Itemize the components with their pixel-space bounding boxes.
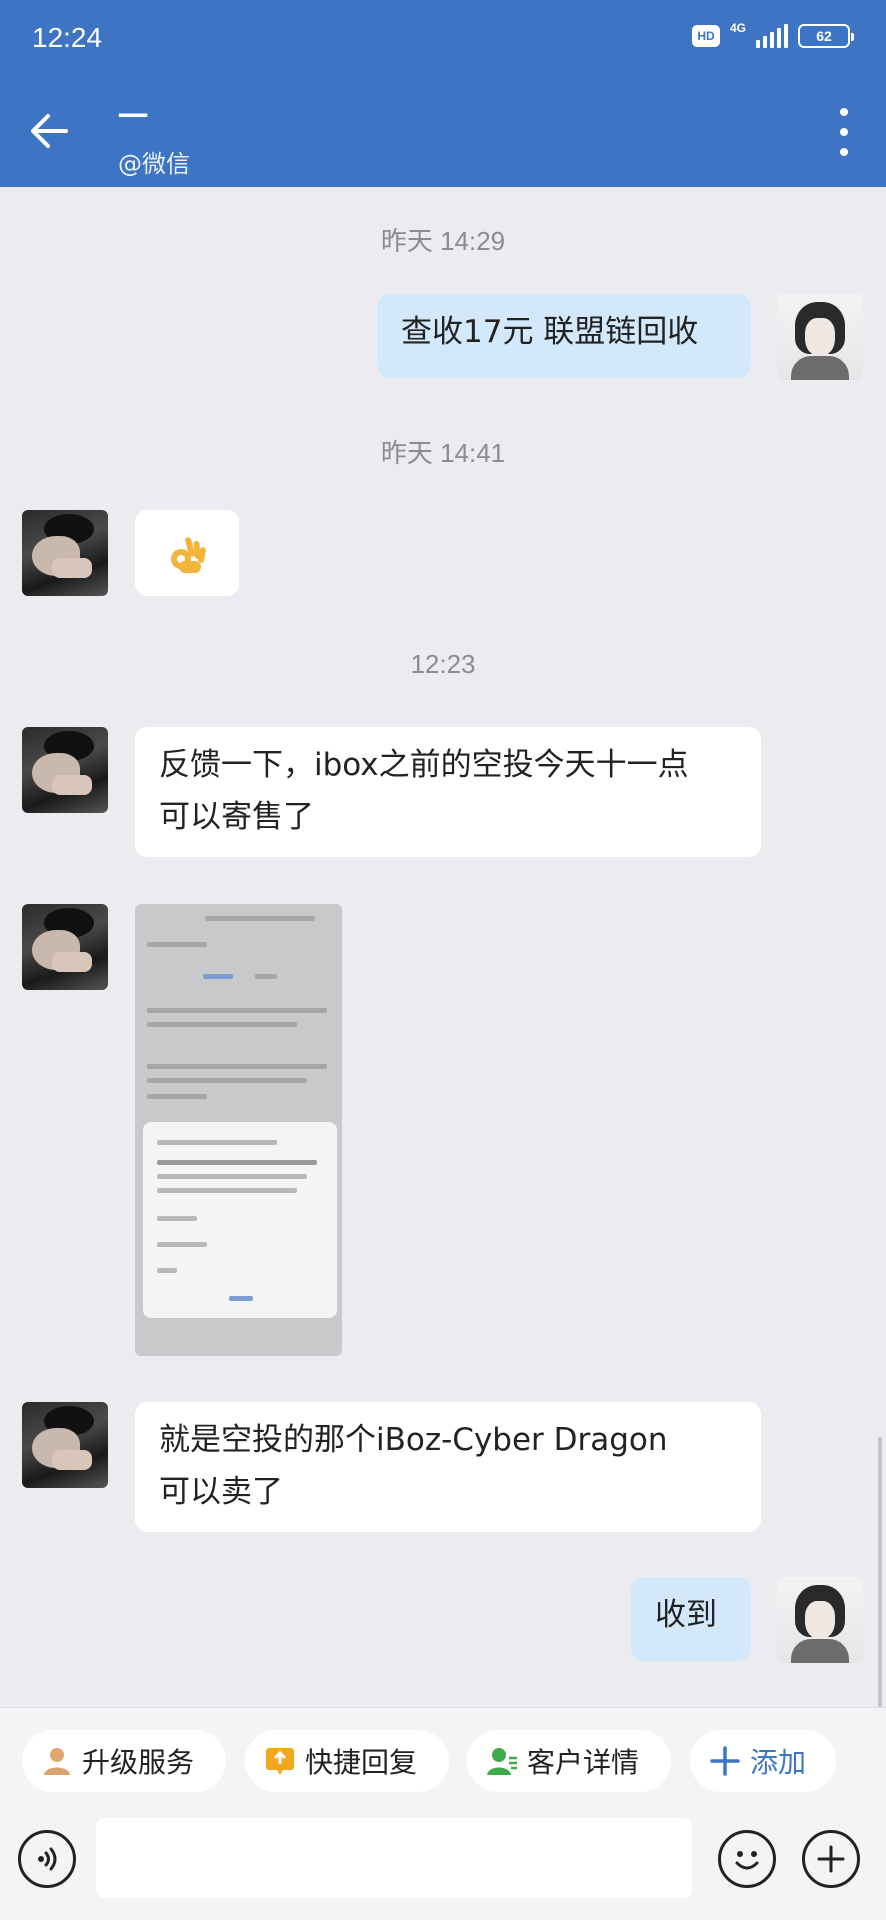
status-bar: 12:24 HD 4G 62 — [0, 0, 886, 80]
ok-hand-emoji-message[interactable] — [135, 510, 239, 596]
message-bubble-incoming[interactable]: 就是空投的那个iBoz-Cyber Dragon 可以卖了 — [135, 1402, 761, 1532]
message-input[interactable] — [96, 1818, 692, 1898]
user-avatar[interactable] — [22, 510, 108, 596]
message-line: 可以寄售了 — [159, 799, 314, 835]
more-plus-icon[interactable] — [802, 1830, 860, 1888]
more-menu-icon[interactable] — [838, 108, 850, 156]
status-time: 12:24 — [32, 22, 103, 53]
signal-icon — [756, 24, 788, 48]
status-icons: HD 4G 62 — [691, 21, 854, 48]
agent-avatar[interactable] — [777, 1577, 863, 1663]
battery-icon: 62 — [798, 24, 854, 48]
agent-avatar[interactable] — [777, 294, 863, 380]
timestamp: 12:23 — [410, 649, 476, 679]
upgrade-service-label: 升级服务 — [82, 1746, 195, 1779]
add-button[interactable]: 添加 — [690, 1730, 836, 1792]
chat-header: 12:24 HD 4G 62 一 @微信 — [0, 0, 886, 187]
message-bubble-incoming[interactable]: 反馈一下，ibox之前的空投今天十一点 可以寄售了 — [135, 727, 761, 857]
contact-source: @微信 — [118, 150, 190, 178]
user-avatar[interactable] — [22, 1402, 108, 1488]
customer-detail-button[interactable]: 客户详情 — [467, 1730, 671, 1792]
quick-reply-label: 快捷回复 — [305, 1746, 418, 1779]
back-arrow-icon[interactable] — [28, 110, 70, 152]
bottom-toolbar: 升级服务 快捷回复 客户详情 添加 — [0, 1707, 886, 1920]
message-bubble-outgoing[interactable]: 收到 — [631, 1577, 751, 1661]
person-icon — [44, 1748, 70, 1775]
quick-reply-icon — [266, 1748, 294, 1775]
timestamp: 昨天 14:41 — [380, 438, 506, 468]
message-line: 可以卖了 — [159, 1474, 283, 1510]
message-line: 就是空投的那个iBoz-Cyber Dragon — [159, 1422, 668, 1458]
message-line: 反馈一下，ibox之前的空投今天十一点 — [159, 747, 689, 783]
ok-hand-icon — [171, 537, 206, 573]
message-bubble-outgoing[interactable]: 查收17元 联盟链回收 — [377, 294, 751, 378]
chat-area[interactable]: 昨天 14:29 查收17元 联盟链回收 昨天 14:41 12:23 反馈一下… — [0, 187, 886, 1887]
plus-icon — [710, 1746, 740, 1776]
quick-reply-button[interactable]: 快捷回复 — [245, 1730, 449, 1792]
emoji-icon[interactable] — [718, 1830, 776, 1888]
contact-name: 一 — [118, 100, 148, 135]
hd-icon: HD — [691, 25, 720, 47]
customer-detail-label: 客户详情 — [527, 1746, 640, 1779]
battery-level: 62 — [816, 28, 832, 44]
user-avatar[interactable] — [22, 904, 108, 990]
customer-icon — [487, 1748, 517, 1775]
voice-input-icon[interactable] — [18, 1830, 76, 1888]
screenshot-image-message[interactable] — [135, 904, 342, 1356]
user-avatar[interactable] — [22, 727, 108, 813]
network-type: 4G — [729, 21, 746, 35]
upgrade-service-button[interactable]: 升级服务 — [22, 1730, 226, 1792]
add-label: 添加 — [750, 1746, 807, 1779]
timestamp: 昨天 14:29 — [380, 226, 506, 256]
image-dialog-preview — [143, 1122, 337, 1318]
